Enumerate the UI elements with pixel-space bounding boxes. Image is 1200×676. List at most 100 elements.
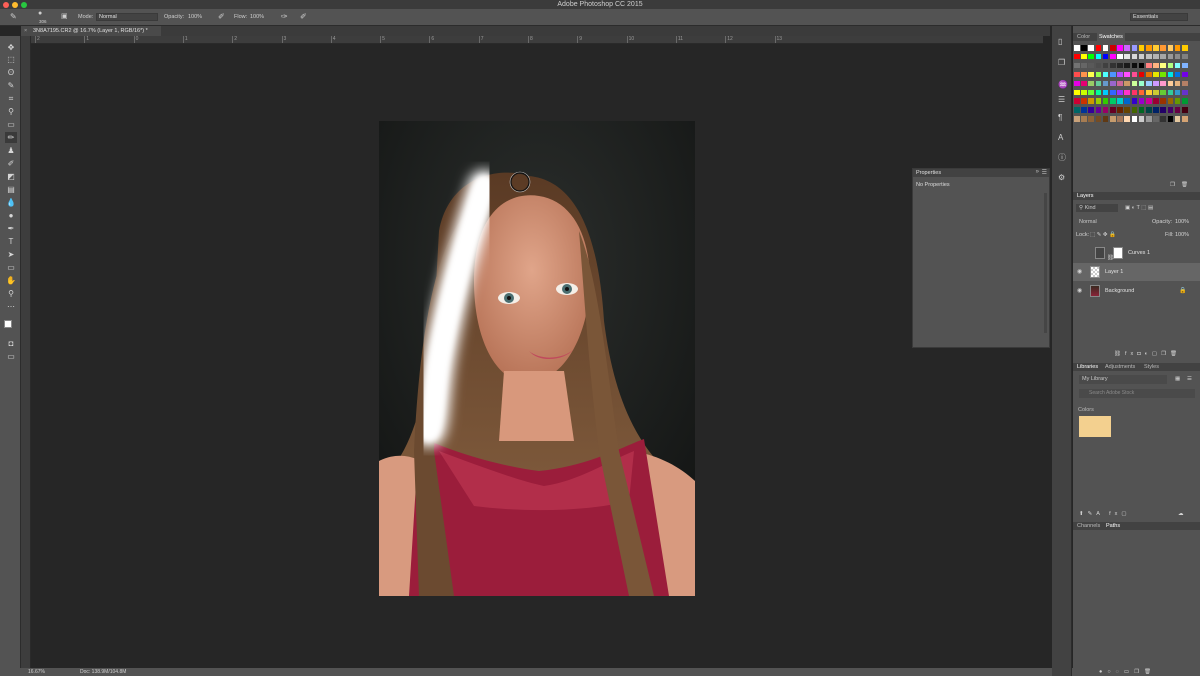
- color-swatch[interactable]: [1160, 107, 1166, 113]
- screen-mode-icon[interactable]: ▭: [5, 351, 17, 362]
- more-tools-icon[interactable]: ⋯: [5, 301, 17, 312]
- document-tab[interactable]: × 3N8A7195.CR2 @ 16.7% (Layer 1, RGB/16*…: [21, 26, 161, 36]
- swatches-grid[interactable]: [1073, 44, 1200, 144]
- doc-info[interactable]: Doc: 138.9M/104.8M: [80, 668, 126, 676]
- info-circle-icon[interactable]: ⓘ: [1058, 154, 1066, 162]
- layer-filter-select[interactable]: ⚲ Kind: [1076, 204, 1118, 212]
- paragraph-panel-icon[interactable]: ¶: [1058, 114, 1062, 122]
- color-swatch[interactable]: [1081, 98, 1087, 104]
- color-swatch[interactable]: [1182, 53, 1188, 60]
- color-swatch[interactable]: [1153, 45, 1159, 51]
- color-swatch[interactable]: [1081, 89, 1087, 96]
- color-swatch[interactable]: [1146, 98, 1152, 104]
- color-swatch[interactable]: [1074, 53, 1080, 60]
- color-swatch[interactable]: [1146, 53, 1152, 60]
- list-view-icon[interactable]: ☰: [1187, 376, 1192, 382]
- color-swatch[interactable]: [1124, 80, 1130, 87]
- new-swatch-icon[interactable]: ❐: [1170, 182, 1175, 188]
- color-swatch[interactable]: [1102, 107, 1109, 113]
- color-swatch[interactable]: [1153, 53, 1159, 60]
- tab-adjustments[interactable]: Adjustments: [1105, 363, 1135, 371]
- color-swatch[interactable]: [1095, 53, 1102, 60]
- color-swatch[interactable]: [1182, 116, 1188, 122]
- color-swatch[interactable]: [1095, 107, 1102, 113]
- zoom-tool-icon[interactable]: ⚲: [5, 288, 17, 299]
- brush-preset-icon[interactable]: ●: [38, 10, 42, 18]
- color-swatch[interactable]: [1153, 80, 1159, 87]
- color-swatch[interactable]: [1167, 98, 1174, 104]
- color-swatch[interactable]: [1110, 62, 1116, 69]
- close-window-button[interactable]: [3, 2, 9, 8]
- color-swatch[interactable]: [1074, 89, 1080, 96]
- color-swatch[interactable]: [1088, 45, 1094, 51]
- visibility-eye-icon[interactable]: ◉: [1077, 263, 1082, 281]
- color-swatch[interactable]: [1138, 116, 1145, 122]
- color-swatch[interactable]: [1167, 89, 1174, 96]
- color-swatch[interactable]: [1138, 71, 1145, 78]
- color-swatch[interactable]: [1110, 107, 1116, 113]
- color-swatch[interactable]: [1095, 80, 1102, 87]
- color-swatch[interactable]: [1174, 98, 1181, 104]
- color-swatch[interactable]: [1153, 107, 1159, 113]
- history-brush-tool-icon[interactable]: ✐: [5, 158, 17, 169]
- color-swatch[interactable]: [1081, 116, 1087, 122]
- color-swatch[interactable]: [1088, 80, 1094, 87]
- color-swatch[interactable]: [1174, 89, 1181, 96]
- color-swatch[interactable]: [1160, 45, 1166, 51]
- color-swatch[interactable]: [1074, 80, 1080, 87]
- gradient-tool-icon[interactable]: ▤: [5, 184, 17, 195]
- tab-styles[interactable]: Styles: [1144, 363, 1159, 371]
- color-swatch[interactable]: [1117, 71, 1123, 78]
- blur-tool-icon[interactable]: 💧: [5, 197, 17, 208]
- color-swatch[interactable]: [1167, 62, 1174, 69]
- color-swatch[interactable]: [1153, 98, 1159, 104]
- color-swatch[interactable]: [1138, 98, 1145, 104]
- brush-tool-icon[interactable]: ✏: [5, 132, 17, 143]
- hand-tool-icon[interactable]: ✋: [5, 275, 17, 286]
- healing-brush-tool-icon[interactable]: ▭: [5, 119, 17, 130]
- library-select[interactable]: My Library: [1079, 375, 1167, 384]
- visibility-eye-icon[interactable]: ◉: [1077, 282, 1082, 300]
- color-swatch[interactable]: [1124, 98, 1130, 104]
- color-swatch[interactable]: [1131, 62, 1138, 69]
- color-swatch[interactable]: [1110, 71, 1116, 78]
- color-swatch[interactable]: [1174, 116, 1181, 122]
- layer-opacity-value[interactable]: 100%: [1175, 219, 1189, 225]
- color-swatch[interactable]: [1131, 45, 1138, 51]
- zoom-window-button[interactable]: [21, 2, 27, 8]
- color-swatch[interactable]: [1160, 80, 1166, 87]
- color-swatch[interactable]: [1174, 62, 1181, 69]
- color-swatch[interactable]: [1124, 107, 1130, 113]
- stock-search-input[interactable]: Search Adobe Stock: [1079, 389, 1195, 398]
- color-swatch[interactable]: [1095, 71, 1102, 78]
- collapse-panel-icon[interactable]: »: [1036, 169, 1039, 175]
- type-tool-icon[interactable]: T: [5, 236, 17, 247]
- color-swatch[interactable]: [1167, 80, 1174, 87]
- color-swatch[interactable]: [1174, 45, 1181, 51]
- grid-view-icon[interactable]: ▦: [1175, 376, 1180, 382]
- color-swatch[interactable]: [1160, 53, 1166, 60]
- brush-settings-icon[interactable]: ☰: [1058, 96, 1065, 104]
- library-color-swatch[interactable]: [1079, 416, 1111, 437]
- color-swatch[interactable]: [1117, 89, 1123, 96]
- color-swatch[interactable]: [1081, 53, 1087, 60]
- color-swatch[interactable]: [1117, 62, 1123, 69]
- color-swatch[interactable]: [1182, 89, 1188, 96]
- color-swatch[interactable]: [1074, 45, 1080, 51]
- color-swatch[interactable]: [1153, 89, 1159, 96]
- color-swatch[interactable]: [1182, 80, 1188, 87]
- color-swatch[interactable]: [1110, 80, 1116, 87]
- dodge-tool-icon[interactable]: ●: [5, 210, 17, 221]
- clone-stamp-tool-icon[interactable]: ♟: [5, 145, 17, 156]
- color-swatch[interactable]: [1131, 71, 1138, 78]
- color-swatch[interactable]: [1117, 116, 1123, 122]
- color-swatch[interactable]: [1182, 62, 1188, 69]
- color-swatch[interactable]: [1074, 62, 1080, 69]
- tab-libraries[interactable]: Libraries: [1077, 363, 1098, 371]
- color-swatch[interactable]: [1138, 45, 1145, 51]
- color-swatch[interactable]: [1174, 53, 1181, 60]
- color-swatch[interactable]: [1102, 71, 1109, 78]
- color-swatch[interactable]: [1124, 62, 1130, 69]
- color-swatch[interactable]: [1095, 62, 1102, 69]
- adjustments-panel-icon[interactable]: ♒: [1058, 81, 1068, 89]
